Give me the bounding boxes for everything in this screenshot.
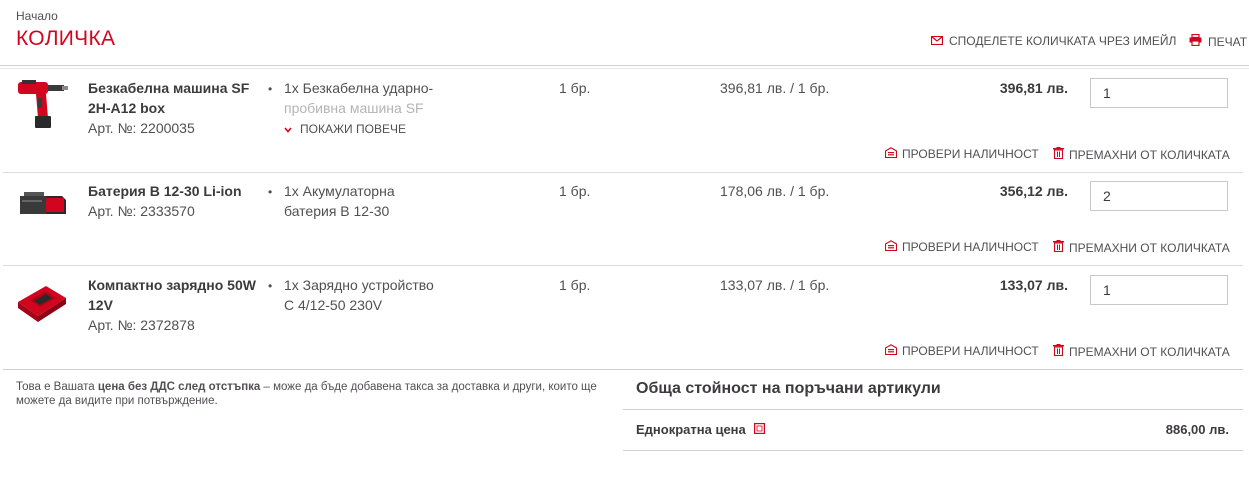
drill-icon: [16, 76, 68, 135]
one-time-price-value: 886,00 лв.: [1165, 422, 1229, 437]
summary-divider: [623, 450, 1243, 451]
unit-price: 133,07 лв. / 1 бр.: [720, 277, 830, 293]
envelope-icon: [930, 34, 944, 48]
product-name[interactable]: Батерия B 12-30 Li-ion: [88, 181, 268, 201]
warehouse-icon: [884, 147, 898, 161]
check-availability-label: ПРОВЕРИ НАЛИЧНОСТ: [902, 344, 1039, 358]
check-availability-label: ПРОВЕРИ НАЛИЧНОСТ: [902, 240, 1039, 254]
product-name[interactable]: Безкабелна машина SF 2H-A12 box: [88, 78, 258, 118]
warehouse-icon: [884, 344, 898, 358]
product-description-line: 1x Акумулаторна: [284, 183, 395, 199]
line-total: 396,81 лв.: [999, 80, 1068, 96]
package-quantity: 1 бр.: [559, 80, 591, 96]
line-total: 356,12 лв.: [999, 183, 1068, 199]
row-divider: [3, 172, 1243, 173]
product-article-number: Арт. №: 2200035: [88, 120, 195, 136]
package-quantity: 1 бр.: [559, 183, 591, 199]
header-divider-inner: [0, 68, 1249, 69]
trash-icon: [1053, 240, 1064, 255]
warehouse-icon: [884, 240, 898, 254]
breadcrumb[interactable]: Начало: [16, 9, 58, 23]
bullet-icon: •: [268, 279, 273, 293]
share-cart-email-button[interactable]: СПОДЕЛЕТЕ КОЛИЧКАТА ЧРЕЗ ИМЕЙЛ: [930, 34, 1177, 48]
printer-icon: [1189, 33, 1202, 49]
share-cart-label: СПОДЕЛЕТЕ КОЛИЧКАТА ЧРЕЗ ИМЕЙЛ: [949, 34, 1177, 48]
chevron-down-icon: [284, 122, 292, 136]
header-divider: [0, 65, 1249, 66]
summary-divider: [623, 409, 1243, 410]
one-time-price-text: Еднократна цена: [636, 422, 746, 437]
check-availability-button[interactable]: ПРОВЕРИ НАЛИЧНОСТ: [884, 344, 1039, 358]
price-note-bold: цена без ДДС след отстъпка: [97, 381, 261, 393]
summary-title: Обща стойност на поръчани артикули: [636, 380, 941, 397]
battery-icon: [16, 188, 68, 229]
package-quantity: 1 бр.: [559, 277, 591, 293]
price-note-prefix: Това е Вашата: [16, 381, 98, 393]
product-description-line: 1x Зарядно устройство: [284, 277, 434, 293]
product-article-number: Арт. №: 2333570: [88, 203, 195, 219]
show-more-button[interactable]: ПОКАЖИ ПОВЕЧЕ: [284, 122, 406, 136]
check-availability-button[interactable]: ПРОВЕРИ НАЛИЧНОСТ: [884, 147, 1039, 161]
info-icon[interactable]: [753, 422, 765, 437]
product-description-line: C 4/12-50 230V: [284, 297, 383, 313]
print-button[interactable]: ПЕЧАТ: [1189, 33, 1248, 49]
one-time-price-label: Еднократна цена: [636, 422, 765, 437]
unit-price: 396,81 лв. / 1 бр.: [720, 80, 830, 96]
remove-label: ПРЕМАХНИ ОТ КОЛИЧКАТА: [1069, 344, 1230, 359]
print-label: ПЕЧАТ: [1208, 34, 1248, 49]
product-article-number: Арт. №: 2372878: [88, 317, 195, 333]
show-more-label: ПОКАЖИ ПОВЕЧЕ: [300, 122, 406, 136]
row-divider: [3, 265, 1243, 266]
check-availability-label: ПРОВЕРИ НАЛИЧНОСТ: [902, 147, 1039, 161]
trash-icon: [1053, 344, 1064, 359]
check-availability-button[interactable]: ПРОВЕРИ НАЛИЧНОСТ: [884, 240, 1039, 254]
remove-from-cart-button[interactable]: ПРЕМАХНИ ОТ КОЛИЧКАТА: [1053, 344, 1230, 359]
quantity-input[interactable]: [1090, 181, 1228, 211]
product-description-line: 1x Безкабелна ударно-: [284, 80, 434, 96]
product-description-line: пробивна машина SF: [284, 100, 424, 116]
remove-from-cart-button[interactable]: ПРЕМАХНИ ОТ КОЛИЧКАТА: [1053, 147, 1230, 162]
price-note: Това е Вашата цена без ДДС след отстъпка…: [16, 380, 616, 408]
product-description-line: батерия B 12-30: [284, 203, 390, 219]
row-divider: [3, 369, 1243, 370]
remove-from-cart-button[interactable]: ПРЕМАХНИ ОТ КОЛИЧКАТА: [1053, 240, 1230, 255]
product-name[interactable]: Компактно зарядно 50W 12V: [88, 275, 264, 315]
bullet-icon: •: [268, 185, 273, 199]
page-title: КОЛИЧКА: [16, 27, 116, 50]
quantity-input[interactable]: [1090, 275, 1228, 305]
bullet-icon: •: [268, 82, 273, 96]
quantity-input[interactable]: [1090, 78, 1228, 108]
remove-label: ПРЕМАХНИ ОТ КОЛИЧКАТА: [1069, 240, 1230, 255]
line-total: 133,07 лв.: [999, 277, 1068, 293]
trash-icon: [1053, 147, 1064, 162]
unit-price: 178,06 лв. / 1 бр.: [720, 183, 830, 199]
remove-label: ПРЕМАХНИ ОТ КОЛИЧКАТА: [1069, 147, 1230, 162]
charger-icon: [16, 280, 68, 329]
